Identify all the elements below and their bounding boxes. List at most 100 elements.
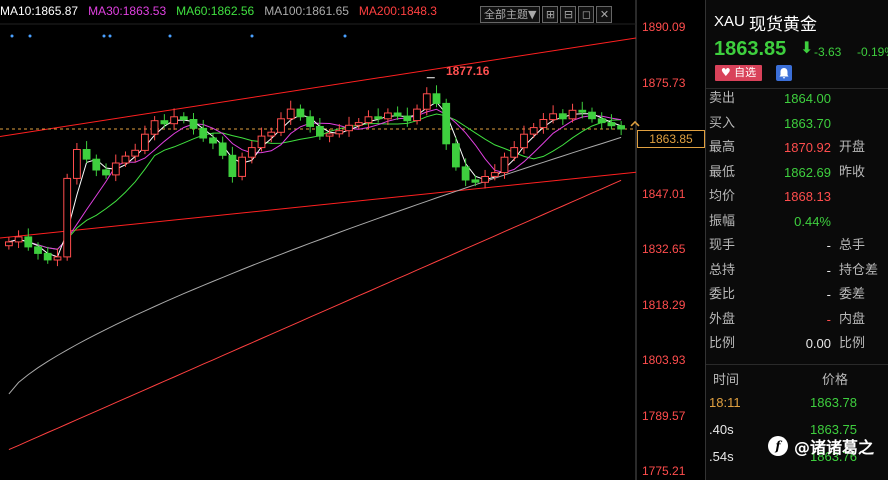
candle-body — [549, 113, 558, 121]
candle-body — [121, 155, 130, 164]
symbol-name: 现货黄金 — [749, 15, 817, 35]
stat-label: 最高 — [709, 140, 736, 155]
stat-label: 最低 — [709, 164, 736, 180]
price-axis-label: 1890.09 — [642, 20, 686, 34]
stat-value: 1862.69 — [784, 164, 831, 180]
candle-body — [578, 109, 587, 113]
stat-row: 卖出 1864.00 — [706, 88, 888, 110]
candlestick-chart[interactable] — [0, 0, 705, 480]
stat-value: - — [826, 311, 831, 327]
stat-row: 比例 0.00 比例 — [706, 333, 888, 355]
ma10-line — [8, 101, 622, 258]
close-icon[interactable]: ✕ — [596, 6, 613, 23]
stat-label: 卖出 — [709, 91, 736, 106]
candle-body — [141, 133, 149, 151]
candle-body — [209, 137, 217, 144]
candle-body — [403, 115, 412, 122]
stat-row: 现手 - 总手 — [706, 235, 888, 257]
candle-body — [568, 109, 577, 120]
candle-body — [277, 118, 285, 133]
candle-body — [325, 133, 334, 137]
candle-body — [597, 118, 606, 124]
candle-body — [490, 172, 499, 177]
stat-label-right: 内盘 — [839, 311, 866, 327]
stat-label-right: 比例 — [839, 336, 866, 351]
channel-lower-line — [0, 171, 637, 239]
stat-row: 振幅 0.44% — [706, 211, 888, 233]
candle-body — [179, 116, 188, 121]
candle-body — [432, 93, 441, 104]
candle-body — [607, 122, 616, 127]
candle-body — [461, 166, 470, 181]
candle-body — [413, 108, 421, 122]
price-axis-label: 1775.21 — [642, 464, 686, 478]
ticks-header-price: 价格 — [822, 372, 849, 387]
last-price: 1863.85 — [714, 38, 787, 60]
stat-row: 均价 1868.13 — [706, 186, 888, 208]
candle-body — [257, 135, 266, 149]
stat-value: 0.44% — [794, 213, 831, 229]
ma30-line — [8, 108, 622, 250]
up-arrow-icon — [630, 120, 640, 127]
quote-panel: XAU 现货黄金 1863.85 ⬇ -3.63 -0.19% ♥ 自选 卖出 1… — [705, 0, 888, 480]
price-change-percent: -0.19% — [857, 45, 888, 59]
down-arrow-icon: ⬇ — [800, 40, 814, 57]
signal-dot — [168, 34, 172, 38]
watermark-text: @诸诸葛之 — [794, 438, 875, 457]
candle-body — [558, 113, 567, 120]
watermark-logo: f — [768, 436, 788, 456]
stat-value: 0.00 — [805, 336, 831, 351]
grid-icon[interactable]: ⊞ — [542, 6, 559, 23]
candle-body — [228, 154, 237, 178]
tick-time: .40s — [709, 422, 734, 437]
stat-value: 1863.70 — [784, 115, 831, 131]
stat-label: 委比 — [709, 287, 736, 302]
candle-body — [131, 149, 140, 157]
stat-label-right: 委差 — [839, 287, 866, 302]
price-axis-label: 1818.29 — [642, 297, 686, 312]
stat-value: 1868.13 — [784, 189, 831, 204]
ma200-line — [8, 179, 622, 451]
candle-body — [218, 142, 227, 156]
candle-body — [520, 133, 528, 149]
stat-label-right: 总手 — [839, 238, 866, 253]
candle-body — [393, 112, 402, 117]
candle-body — [150, 120, 159, 135]
price-axis-label: 1847.01 — [642, 186, 686, 201]
candle-body — [111, 162, 120, 176]
stat-label-right: 持仓差 — [839, 262, 879, 278]
ma-legend-item: MA60:1862.56 — [176, 4, 255, 18]
candle-body — [82, 149, 91, 160]
candle-body — [53, 256, 62, 261]
candle-body — [92, 158, 101, 171]
stat-label: 买入 — [709, 115, 736, 131]
candle-body — [500, 156, 509, 174]
ma-legend-item: MA200:1848.3 — [358, 4, 437, 18]
tick-time: 18:11 — [709, 395, 741, 410]
add-favorite-button[interactable]: ♥ 自选 — [715, 65, 762, 81]
candle-body — [510, 147, 519, 158]
candle-body — [14, 236, 23, 243]
tick-time: .54s — [709, 449, 734, 464]
signal-dot — [102, 34, 106, 38]
maximize-icon[interactable]: ◻ — [578, 6, 595, 23]
stat-row: 最低 1862.69 昨收 — [706, 162, 888, 184]
layout-icon[interactable]: ⊟ — [560, 6, 577, 23]
candle-body — [73, 149, 81, 179]
candle-body — [189, 119, 198, 129]
stat-label: 外盘 — [709, 311, 736, 327]
stat-row: 总持 - 持仓差 — [706, 260, 888, 282]
signal-dot — [10, 34, 14, 38]
theme-dropdown[interactable]: 全部主题▼ — [480, 6, 541, 23]
candle-body — [316, 126, 324, 137]
candle-body — [296, 108, 305, 118]
chart-toolbar: 全部主题▼ ⊞ ⊟ ◻ ✕ — [480, 6, 613, 23]
candle-body — [335, 130, 344, 135]
signal-dot — [250, 34, 254, 38]
candle-body — [238, 156, 246, 177]
stat-value: 1870.92 — [784, 140, 831, 155]
ma-legend-item: MA100:1861.65 — [264, 4, 349, 18]
candle-body — [364, 116, 373, 124]
candle-body — [24, 236, 33, 248]
bell-icon[interactable] — [776, 65, 792, 81]
